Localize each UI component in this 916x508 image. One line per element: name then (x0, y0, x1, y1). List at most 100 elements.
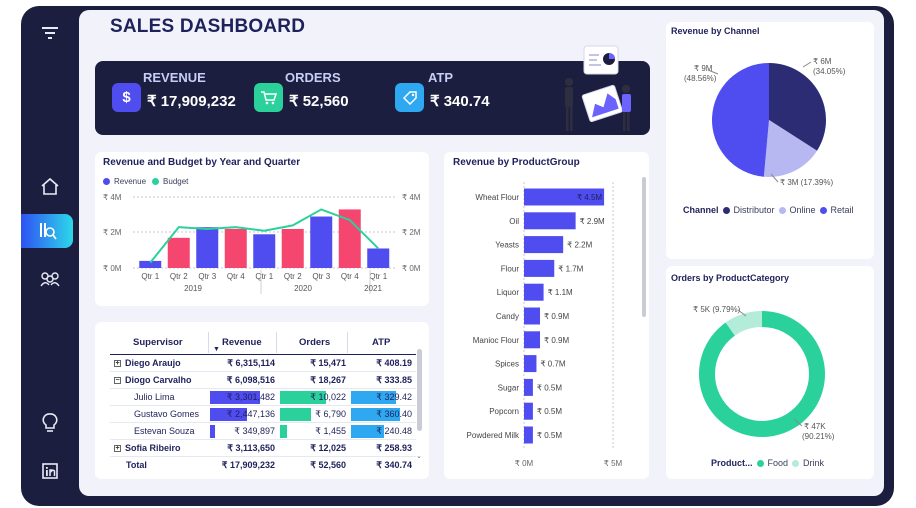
column-header-supervisor[interactable]: Supervisor (133, 337, 183, 348)
people-icon[interactable] (21, 262, 79, 296)
x-tick: Qtr 2 (284, 272, 302, 281)
legend-label: Online (789, 205, 816, 215)
table-row[interactable]: + Sofia Ribeiro ₹ 3,113,650 ₹ 12,025 ₹ 258.9… (110, 440, 416, 457)
column-header-atp[interactable]: ATP (372, 337, 390, 348)
channel-pie-chart[interactable]: ₹ 6M (34.05%) ₹ 3M (17.39%) ₹ 9M (48.56%… (666, 40, 874, 200)
data-label: ₹ 1.7M (558, 264, 583, 273)
collapse-icon[interactable]: − (114, 377, 121, 384)
table-scrollbar[interactable] (417, 349, 422, 431)
table-row[interactable]: Estevan Souza ₹ 349,897 ₹ 1,455 ₹ 240.48 (110, 423, 416, 440)
revenue-cell: ₹ 6,315,114 (227, 358, 275, 368)
expand-icon[interactable]: + (114, 360, 121, 367)
product-bar[interactable] (524, 355, 537, 373)
x-tick: Qtr 2 (170, 272, 188, 281)
revenue-bar[interactable] (310, 216, 333, 268)
category-label: Wheat Flour (475, 193, 519, 202)
atp-cell: ₹ 333.85 (376, 375, 412, 385)
revenue-bar[interactable] (224, 228, 247, 268)
report-icon[interactable] (21, 214, 73, 248)
legend-swatch-budget (152, 178, 160, 185)
legend-label-revenue: Revenue (114, 177, 147, 186)
legend-title: Product... (711, 458, 753, 468)
supervisor-cell: Julio Lima (134, 392, 175, 402)
supervisor-cell: + Sofia Ribeiro (114, 443, 181, 453)
kpi-value: ₹ 17,909,232 (147, 93, 236, 110)
table-row[interactable]: Gustavo Gomes ₹ 2,447,136 ₹ 6,790 ₹ 360.40 (110, 406, 416, 423)
scroll-down-icon[interactable]: ⌄ (416, 452, 422, 460)
data-bar (210, 425, 216, 438)
linkedin-icon[interactable] (21, 454, 79, 488)
kpi-value: ₹ 52,560 (289, 93, 349, 110)
category-donut-chart[interactable]: ₹ 5K (9.79%) ₹ 47K (90.21%) (666, 296, 874, 448)
category-label: Flour (501, 264, 520, 273)
expand-icon[interactable]: + (114, 445, 121, 452)
atp-cell: ₹ 360.40 (376, 409, 412, 419)
table-row[interactable]: Julio Lima ₹ 3,301,482 ₹ 10,022 ₹ 329.42 (110, 389, 416, 406)
chart-title: Revenue by ProductGroup (453, 157, 580, 168)
revenue-bar[interactable] (196, 227, 219, 268)
revenue-budget-chart[interactable]: ₹ 4M ₹ 2M ₹ 0M ₹ 4M ₹ 2M ₹ 0M Qtr 1 Qtr 2… (95, 188, 429, 300)
category-label: Oil (509, 217, 519, 226)
category-label: Popcorn (489, 407, 519, 416)
column-header-revenue[interactable]: Revenue (222, 337, 262, 348)
revenue-bar[interactable] (281, 228, 304, 268)
table-total-row: Total ₹ 17,909,232 ₹ 52,560 ₹ 340.74 (110, 457, 416, 474)
data-label: ₹ 0.5M (537, 431, 562, 440)
scrollbar-thumb[interactable] (642, 177, 646, 317)
revenue-bar[interactable] (167, 237, 190, 268)
data-label: ₹ 9M (694, 64, 713, 73)
sort-desc-icon[interactable]: ▼ (213, 346, 220, 353)
data-label: ₹ 0.5M (537, 407, 562, 416)
y-tick: ₹ 4M (103, 193, 122, 202)
category-label: Manioc Flour (473, 336, 520, 345)
x-tick: ₹ 0M (515, 459, 534, 468)
supervisor-table: Supervisor Revenue ▼ Orders ATP + Diego A… (110, 330, 416, 474)
product-bar[interactable] (524, 402, 533, 420)
atp-cell: ₹ 408.19 (376, 358, 412, 368)
data-label: ₹ 2.9M (580, 217, 605, 226)
home-icon[interactable] (21, 169, 79, 203)
data-bar (280, 408, 312, 421)
kpi-label: ATP (428, 70, 454, 85)
data-label: (90.21%) (802, 432, 835, 441)
legend-swatch-food (756, 459, 764, 467)
x-tick: Qtr 1 (255, 272, 273, 281)
legend-swatch-distributor (722, 206, 730, 214)
chart-title: Orders by ProductCategory (671, 273, 790, 283)
category-label: Yeasts (495, 241, 519, 250)
column-header-orders[interactable]: Orders (299, 337, 330, 348)
category-label: Candy (496, 312, 519, 321)
product-bar[interactable] (524, 331, 541, 349)
legend-title: Channel (683, 205, 719, 215)
legend-label: Drink (803, 458, 825, 468)
product-bar[interactable] (524, 283, 544, 301)
category-label: Powdered Milk (467, 431, 520, 440)
product-bar[interactable] (524, 236, 564, 254)
legend-swatch-revenue (103, 178, 110, 185)
legend-label: Food (767, 458, 789, 468)
product-bar[interactable] (524, 212, 576, 230)
revenue-bar[interactable] (367, 248, 390, 268)
filter-icon[interactable] (21, 16, 79, 50)
atp-cell: ₹ 329.42 (376, 392, 412, 402)
data-label: (48.56%) (684, 74, 717, 83)
product-bar[interactable] (524, 259, 555, 277)
revenue-bar[interactable] (253, 234, 276, 268)
lightbulb-icon[interactable] (21, 406, 79, 440)
y-tick: ₹ 2M (103, 228, 122, 237)
supervisor-cell: Estevan Souza (134, 426, 195, 436)
revenue-cell: ₹ 349,897 (234, 426, 275, 436)
table-row[interactable]: + Diego Araujo ₹ 6,315,114 ₹ 15,471 ₹ 408.19 (110, 355, 416, 372)
product-group-chart[interactable]: Wheat Flour ₹ 4.5M Oil ₹ 2.9M Yeasts ₹ 2.2M Fl… (444, 178, 649, 473)
data-label: ₹ 0.7M (540, 360, 565, 369)
supervisor-cell: Gustavo Gomes (134, 409, 200, 419)
orders-cell: ₹ 6,790 (315, 409, 346, 419)
product-bar[interactable] (524, 307, 541, 325)
table-row[interactable]: − Diogo Carvalho ₹ 6,098,516 ₹ 18,267 ₹ 333.… (110, 372, 416, 389)
orders-cell: ₹ 10,022 (310, 392, 346, 402)
data-label: ₹ 6M (813, 57, 832, 66)
product-bar[interactable] (524, 378, 533, 396)
donut-slice-food (699, 311, 825, 437)
product-bar[interactable] (524, 426, 533, 444)
tag-icon (395, 83, 424, 112)
